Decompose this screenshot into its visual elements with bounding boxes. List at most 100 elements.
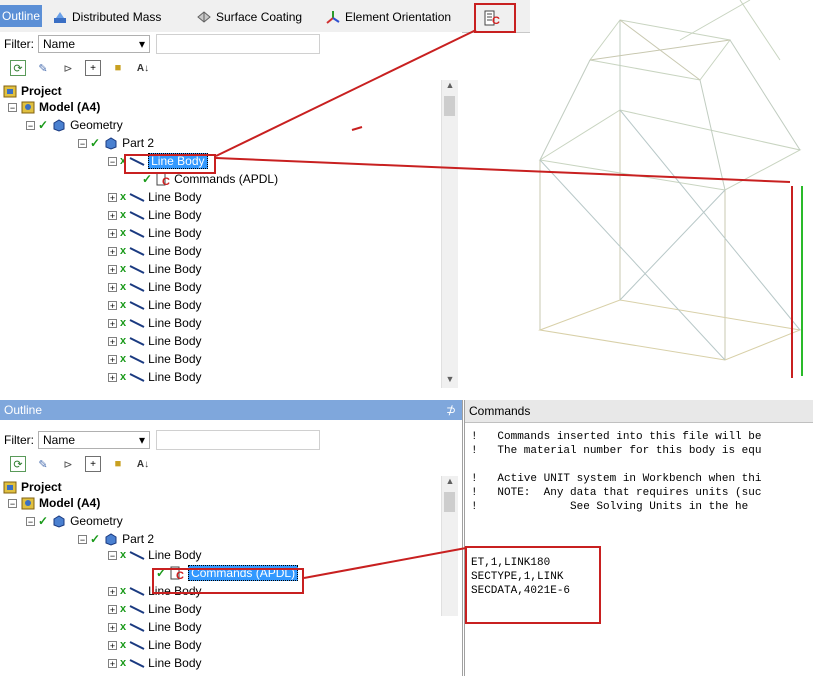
line-body-icon xyxy=(129,261,145,277)
tree-node-model[interactable]: − Model (A4) xyxy=(8,98,100,116)
expand-icon[interactable]: + xyxy=(108,354,117,364)
tree-label: Commands (APDL) xyxy=(174,172,279,186)
line-body-icon xyxy=(129,333,145,349)
expand-icon[interactable]: + xyxy=(108,658,117,668)
collapse-icon[interactable]: − xyxy=(78,534,87,544)
filter-search-input[interactable] xyxy=(156,34,320,54)
commands-comment-block[interactable]: ! Commands inserted into this file will … xyxy=(471,430,761,514)
expand-icon[interactable]: + xyxy=(108,604,117,614)
tree-label: Line Body xyxy=(148,262,202,276)
filter-select[interactable]: Name ▾ xyxy=(38,431,150,449)
folder-icon[interactable]: ■ xyxy=(110,456,126,472)
element-orientation-label: Element Orientation xyxy=(345,10,452,24)
tree-node-geometry[interactable]: − ✓ Geometry xyxy=(26,512,123,530)
expand-icon[interactable]: + xyxy=(108,246,117,256)
collapse-icon[interactable]: − xyxy=(26,120,35,130)
tree-node-line-body[interactable]: + x Line Body xyxy=(108,296,202,314)
expand-all-icon[interactable]: + xyxy=(85,60,101,76)
collapse-icon[interactable]: − xyxy=(78,138,87,148)
expand-icon[interactable]: + xyxy=(108,192,117,202)
svg-text:C: C xyxy=(162,176,170,186)
tree-node-line-body[interactable]: + x Line Body xyxy=(108,224,202,242)
pin-icon[interactable]: ⊅ xyxy=(446,400,456,420)
sort-az-icon[interactable]: A↓ xyxy=(135,60,151,76)
scrollbar-thumb[interactable] xyxy=(444,96,455,116)
command-comment-line: ! See Solving Units in the he xyxy=(471,501,749,513)
highlight-selected-commands xyxy=(152,568,304,594)
tree-node-line-body[interactable]: + x Line Body xyxy=(108,600,202,618)
tree-node-line-body[interactable]: + x Line Body xyxy=(108,368,202,386)
tree-node-line-body[interactable]: + x Line Body xyxy=(108,188,202,206)
collapse-icon[interactable]: − xyxy=(26,516,35,526)
bottom-outline-panel: Outline ⊅ Filter: Name ▾ ⟳ ✎ ⊳ + ■ A↓ Pr… xyxy=(0,400,463,676)
refresh-icon[interactable]: ⟳ xyxy=(10,456,26,472)
chevron-down-icon: ▾ xyxy=(138,433,145,447)
tree-node-line-body[interactable]: + x Line Body xyxy=(108,350,202,368)
scroll-down-icon[interactable]: ▼ xyxy=(442,374,458,388)
branch-icon[interactable]: ⊳ xyxy=(60,60,76,76)
expand-icon[interactable]: + xyxy=(108,210,117,220)
vertical-scrollbar[interactable]: ▲ ▼ xyxy=(441,80,458,388)
tab-outline-label: Outline xyxy=(2,9,41,23)
line-body-icon xyxy=(129,207,145,223)
tree-label: Project xyxy=(21,84,62,98)
surface-coating-button[interactable]: Surface Coating xyxy=(196,8,302,26)
tree-label: Project xyxy=(21,480,62,494)
expand-icon[interactable]: + xyxy=(108,586,117,596)
expand-icon[interactable]: + xyxy=(108,336,117,346)
filter-select[interactable]: Name ▾ xyxy=(38,35,150,53)
tree-label: Line Body xyxy=(148,244,202,258)
expand-all-icon[interactable]: + xyxy=(85,456,101,472)
tree-label: Line Body xyxy=(148,226,202,240)
tree-node-line-body[interactable]: + x Line Body xyxy=(108,654,202,672)
check-icon: ✓ xyxy=(142,172,153,186)
tab-outline[interactable]: Outline xyxy=(0,5,43,27)
filter-search-input[interactable] xyxy=(156,430,320,450)
tree-node-line-body[interactable]: + x Line Body xyxy=(108,242,202,260)
expand-icon[interactable]: + xyxy=(108,318,117,328)
tree-label: Line Body xyxy=(148,316,202,330)
sort-az-icon[interactable]: A↓ xyxy=(135,456,151,472)
graphics-viewport[interactable] xyxy=(530,0,813,392)
distributed-mass-button[interactable]: Distributed Mass xyxy=(52,8,161,26)
tree-node-line-body[interactable]: + x Line Body xyxy=(108,314,202,332)
branch-icon[interactable]: ⊳ xyxy=(60,456,76,472)
tree-label: Line Body xyxy=(148,334,202,348)
collapse-icon[interactable]: − xyxy=(108,156,117,166)
tree-node-model[interactable]: − Model (A4) xyxy=(8,494,100,512)
folder-icon[interactable]: ■ xyxy=(110,60,126,76)
expand-icon[interactable]: + xyxy=(108,300,117,310)
tree-node-line-body[interactable]: + x Line Body xyxy=(108,618,202,636)
expand-icon[interactable]: + xyxy=(108,264,117,274)
tree-node-geometry[interactable]: − ✓ Geometry xyxy=(26,116,123,134)
line-body-icon xyxy=(129,637,145,653)
element-orientation-button[interactable]: Element Orientation xyxy=(325,8,451,26)
vertical-scrollbar[interactable]: ▲ xyxy=(441,476,458,616)
scroll-up-icon[interactable]: ▲ xyxy=(442,80,458,94)
collapse-icon[interactable]: − xyxy=(108,550,117,560)
expand-icon[interactable]: + xyxy=(108,640,117,650)
refresh-icon[interactable]: ⟳ xyxy=(10,60,26,76)
tree-node-line-body[interactable]: + x Line Body xyxy=(108,636,202,654)
edit-icon[interactable]: ✎ xyxy=(35,456,51,472)
command-comment-line: ! Commands inserted into this file will … xyxy=(471,431,762,443)
scrollbar-thumb[interactable] xyxy=(444,492,455,512)
tree-node-line-body[interactable]: + x Line Body xyxy=(108,206,202,224)
tree-node-part[interactable]: − ✓ Part 2 xyxy=(78,134,154,152)
edit-icon[interactable]: ✎ xyxy=(35,60,51,76)
expand-icon[interactable]: + xyxy=(108,282,117,292)
expand-icon[interactable]: + xyxy=(108,228,117,238)
tree-node-line-body[interactable]: − x Line Body xyxy=(108,546,202,564)
command-comment-line: ! NOTE: Any data that requires units (su… xyxy=(471,487,762,499)
part-icon xyxy=(103,531,119,547)
expand-icon[interactable]: + xyxy=(108,372,117,382)
expand-icon[interactable]: + xyxy=(108,622,117,632)
tree-node-line-body[interactable]: + x Line Body xyxy=(108,332,202,350)
scroll-up-icon[interactable]: ▲ xyxy=(442,476,458,490)
tree-node-line-body[interactable]: + x Line Body xyxy=(108,260,202,278)
collapse-icon[interactable]: − xyxy=(8,102,17,112)
check-icon: ✓ xyxy=(38,514,49,528)
collapse-icon[interactable]: − xyxy=(8,498,17,508)
commands-panel: Commands ! Commands inserted into this f… xyxy=(464,400,813,676)
tree-node-line-body[interactable]: + x Line Body xyxy=(108,278,202,296)
